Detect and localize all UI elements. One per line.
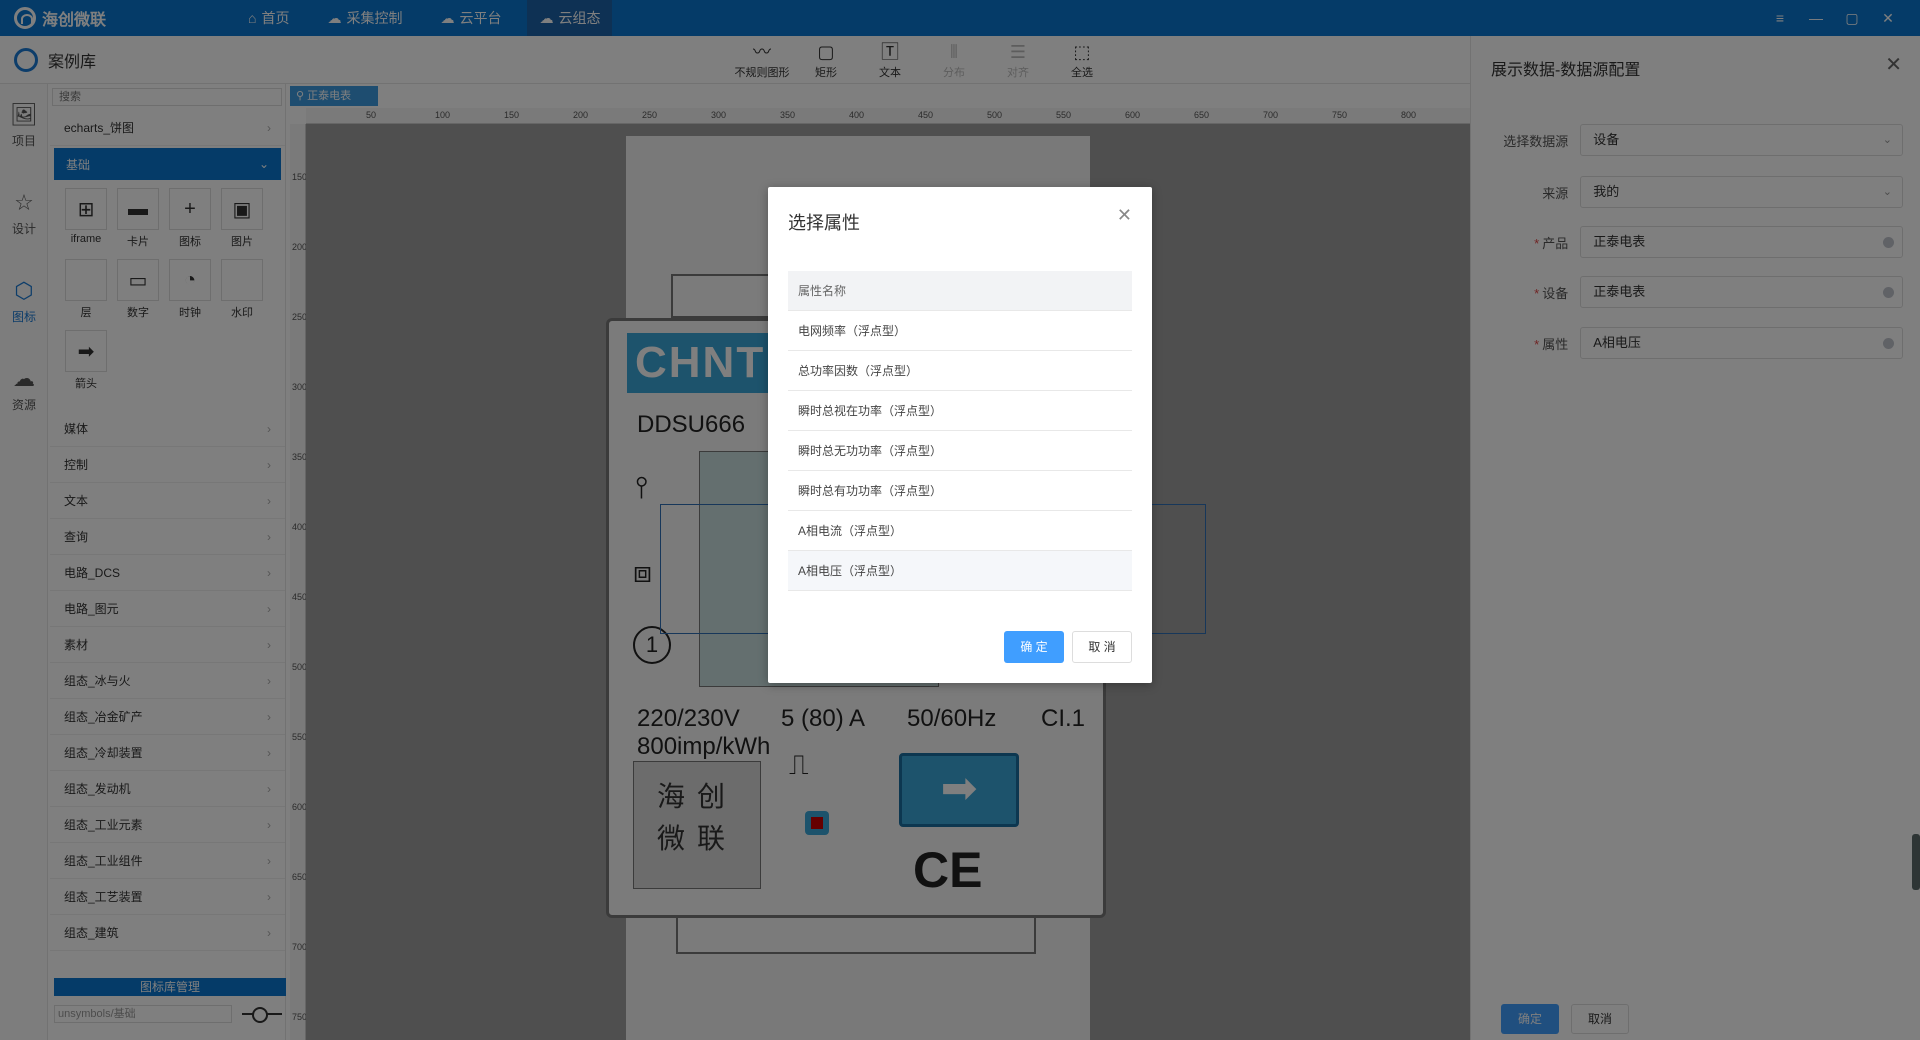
attribute-row[interactable]: 瞬时总视在功率（浮点型） bbox=[788, 391, 1132, 431]
attribute-row[interactable]: A相电压（浮点型） bbox=[788, 551, 1132, 591]
select-attribute-dialog: 选择属性 ✕ 属性名称 电网频率（浮点型） 总功率因数（浮点型） 瞬时总视在功率（浮… bbox=[768, 187, 1152, 683]
dialog-ok-button[interactable]: 确 定 bbox=[1004, 631, 1064, 663]
attribute-row[interactable]: A相电流（浮点型） bbox=[788, 511, 1132, 551]
dialog-title: 选择属性 bbox=[788, 213, 860, 233]
attribute-row[interactable]: 瞬时总无功功率（浮点型） bbox=[788, 431, 1132, 471]
attribute-row[interactable]: 总功率因数（浮点型） bbox=[788, 351, 1132, 391]
attribute-row[interactable]: 电网频率（浮点型） bbox=[788, 311, 1132, 351]
table-header: 属性名称 bbox=[788, 271, 1132, 311]
close-icon[interactable]: ✕ bbox=[1117, 205, 1132, 226]
attribute-row[interactable]: 瞬时总有功功率（浮点型） bbox=[788, 471, 1132, 511]
attribute-table: 属性名称 电网频率（浮点型） 总功率因数（浮点型） 瞬时总视在功率（浮点型） 瞬时总无… bbox=[788, 271, 1132, 591]
dialog-cancel-button[interactable]: 取 消 bbox=[1072, 631, 1132, 663]
